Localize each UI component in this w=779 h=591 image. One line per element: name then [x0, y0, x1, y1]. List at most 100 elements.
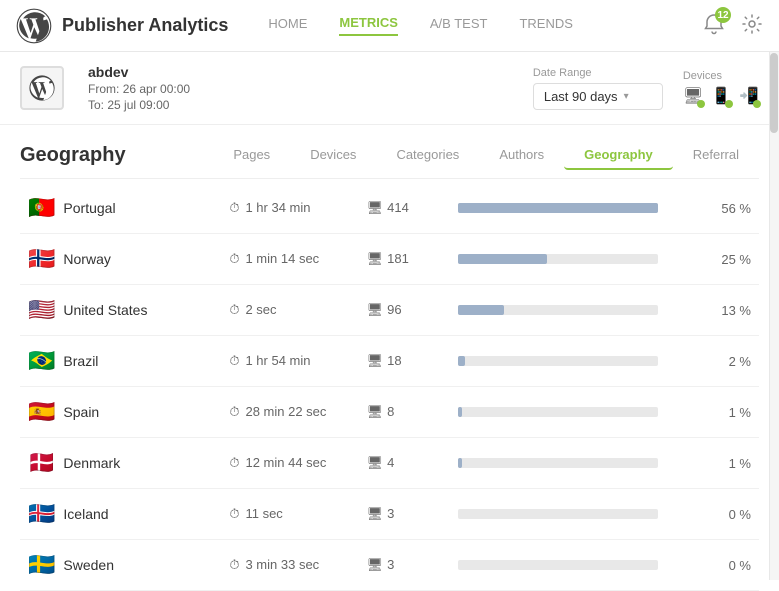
account-name: abdev [88, 64, 190, 80]
bar-cell [450, 489, 702, 540]
bar-background [458, 560, 658, 570]
screen-icon: 🖥 [367, 404, 384, 419]
clock-icon: ⏱ [229, 506, 239, 521]
visits-cell: 🖥3 [359, 540, 451, 591]
country-name: Brazil [63, 353, 98, 369]
country-flag: 🇪🇸 [28, 399, 55, 425]
nav-home[interactable]: HOME [268, 16, 307, 35]
visits-cell: 🖥8 [359, 387, 451, 438]
country-flag: 🇺🇸 [28, 297, 55, 323]
bar-background [458, 407, 658, 417]
settings-button[interactable] [741, 13, 763, 38]
wordpress-logo-icon [16, 8, 52, 44]
percentage-cell: 2 % [702, 336, 759, 387]
date-range-select[interactable]: Last 90 days ▾ [533, 83, 663, 110]
table-row: 🇺🇸 United States ⏱2 sec 🖥96 13 % [20, 285, 759, 336]
country-cell: 🇮🇸 Iceland [20, 489, 221, 540]
table-row: 🇧🇷 Brazil ⏱1 hr 54 min 🖥18 2 % [20, 336, 759, 387]
country-cell: 🇺🇸 United States [20, 285, 221, 336]
tab-bar: Pages Devices Categories Authors Geograp… [200, 141, 759, 170]
percentage-cell: 13 % [702, 285, 759, 336]
percentage-cell: 0 % [702, 540, 759, 591]
account-avatar [20, 66, 64, 110]
header: Publisher Analytics HOME METRICS A/B TES… [0, 0, 779, 52]
percentage-cell: 1 % [702, 438, 759, 489]
tab-geography[interactable]: Geography [564, 141, 673, 170]
time-cell: ⏱28 min 22 sec [221, 387, 358, 438]
device-icon-group: 🖥 📱 📲 [683, 86, 759, 106]
table-row: 🇩🇰 Denmark ⏱12 min 44 sec 🖥4 1 % [20, 438, 759, 489]
percentage-cell: 56 % [702, 183, 759, 234]
country-cell: 🇧🇷 Brazil [20, 336, 221, 387]
scrollbar[interactable] [769, 52, 779, 580]
nav-ab-test[interactable]: A/B TEST [430, 16, 488, 35]
time-cell: ⏱1 hr 34 min [221, 183, 358, 234]
account-from: From: 26 apr 00:00 [88, 82, 190, 96]
country-name: Denmark [63, 455, 120, 471]
country-name: Sweden [63, 557, 114, 573]
country-cell: 🇩🇰 Denmark [20, 438, 221, 489]
nav-metrics[interactable]: METRICS [339, 15, 398, 36]
bar-background [458, 356, 658, 366]
sub-header: abdev From: 26 apr 00:00 To: 25 jul 09:0… [0, 52, 779, 125]
bar-background [458, 254, 658, 264]
table-row: 🇵🇹 Portugal ⏱1 hr 34 min 🖥414 56 % [20, 183, 759, 234]
bar-cell [450, 183, 702, 234]
screen-icon: 🖥 [367, 302, 384, 317]
table-row: 🇳🇴 Norway ⏱1 min 14 sec 🖥181 25 % [20, 234, 759, 285]
visits-cell: 🖥4 [359, 438, 451, 489]
time-cell: ⏱2 sec [221, 285, 358, 336]
country-flag: 🇩🇰 [28, 450, 55, 476]
tab-authors[interactable]: Authors [479, 141, 564, 170]
filters: Date Range Last 90 days ▾ Devices 🖥 📱 📲 [533, 67, 759, 110]
devices-label: Devices [683, 70, 759, 82]
country-cell: 🇪🇸 Spain [20, 387, 221, 438]
screen-icon: 🖥 [367, 353, 384, 368]
date-range-filter: Date Range Last 90 days ▾ [533, 67, 663, 110]
tab-categories[interactable]: Categories [376, 141, 479, 170]
logo-area: Publisher Analytics [16, 8, 228, 44]
mobile-icon[interactable]: 📲 [739, 86, 759, 106]
time-cell: ⏱1 hr 54 min [221, 336, 358, 387]
bar-fill [458, 356, 465, 366]
app-title: Publisher Analytics [62, 15, 228, 36]
screen-icon: 🖥 [367, 200, 384, 215]
bar-cell [450, 438, 702, 489]
desktop-icon[interactable]: 🖥 [683, 86, 703, 106]
tab-devices[interactable]: Devices [290, 141, 376, 170]
table-row: 🇪🇸 Spain ⏱28 min 22 sec 🖥8 1 % [20, 387, 759, 438]
scrollbar-thumb[interactable] [770, 53, 778, 133]
main-nav: HOME METRICS A/B TEST TRENDS [268, 15, 703, 36]
screen-icon: 🖥 [367, 455, 384, 470]
date-range-label: Date Range [533, 67, 663, 79]
bar-fill [458, 407, 462, 417]
notifications-button[interactable]: 12 [703, 13, 725, 38]
time-cell: ⏱1 min 14 sec [221, 234, 358, 285]
devices-filter: Devices 🖥 📱 📲 [683, 70, 759, 106]
nav-trends[interactable]: TRENDS [519, 16, 572, 35]
page-title: Geography [20, 144, 200, 167]
bar-cell [450, 387, 702, 438]
bar-cell [450, 540, 702, 591]
country-name: Iceland [63, 506, 108, 522]
clock-icon: ⏱ [229, 302, 239, 317]
bar-background [458, 203, 658, 213]
visits-cell: 🖥3 [359, 489, 451, 540]
clock-icon: ⏱ [229, 251, 239, 266]
content-header: Geography Pages Devices Categories Autho… [20, 125, 759, 179]
header-actions: 12 [703, 13, 763, 38]
bar-background [458, 305, 658, 315]
desktop-active-dot [697, 100, 705, 108]
time-cell: ⏱12 min 44 sec [221, 438, 358, 489]
country-name: Spain [63, 404, 99, 420]
geography-table: 🇵🇹 Portugal ⏱1 hr 34 min 🖥414 56 % 🇳🇴 No… [20, 183, 759, 591]
table-row: 🇸🇪 Sweden ⏱3 min 33 sec 🖥3 0 % [20, 540, 759, 591]
percentage-cell: 0 % [702, 489, 759, 540]
tab-pages[interactable]: Pages [213, 141, 290, 170]
tab-referral[interactable]: Referral [673, 141, 759, 170]
bar-background [458, 458, 658, 468]
bar-cell [450, 285, 702, 336]
country-cell: 🇸🇪 Sweden [20, 540, 221, 591]
wordpress-small-icon [28, 74, 56, 102]
tablet-icon[interactable]: 📱 [711, 86, 731, 106]
